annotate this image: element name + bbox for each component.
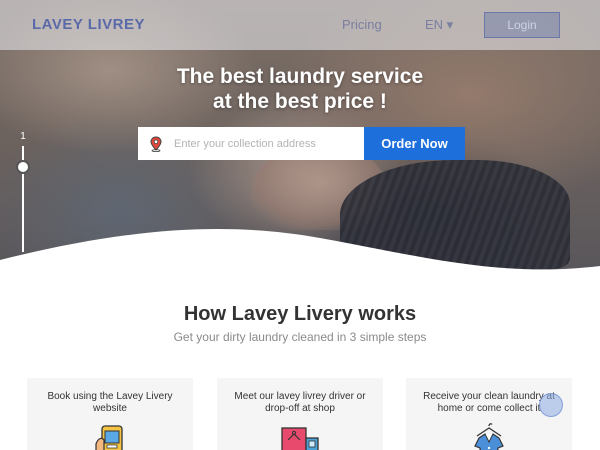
step-card-text: Meet our lavey livrey driver or drop-off… <box>234 391 366 414</box>
language-selector[interactable]: EN ▾ <box>425 17 453 33</box>
section-title: How Lavey Livery works <box>183 303 417 325</box>
hero-headline-line2: at the best price ! <box>213 90 387 113</box>
hero-headline: The best laundry service at the best pri… <box>100 64 500 114</box>
address-search-box <box>138 127 364 160</box>
phone-booking-icon <box>88 422 132 450</box>
login-button[interactable]: Login <box>484 12 560 38</box>
slider-label-top: 1 <box>20 131 26 142</box>
brand-logo[interactable]: LAVEY LIVREY <box>32 16 145 33</box>
order-now-button[interactable]: Order Now <box>364 127 465 160</box>
top-navbar: LAVEY LIVREY Pricing EN ▾ Login <box>0 0 600 50</box>
address-input[interactable] <box>174 137 359 150</box>
step-card-meet-driver: Meet our lavey livrey driver or drop-off… <box>217 378 383 450</box>
section-subtitle: Get your dirty laundry cleaned in 3 simp… <box>173 330 427 344</box>
hero-headline-line1: The best laundry service <box>176 65 424 88</box>
shirt-hanger-icon <box>467 422 511 450</box>
nav-link-pricing[interactable]: Pricing <box>342 17 382 32</box>
step-card-book: Book using the Lavey Livery website <box>27 378 193 450</box>
slider-handle[interactable] <box>16 160 30 174</box>
slider-label-bottom: 6 <box>20 256 26 267</box>
step-card-text: Book using the Lavey Livery website <box>47 391 173 414</box>
pointer-cursor-highlight <box>539 393 563 417</box>
location-pin-icon <box>138 127 174 160</box>
landing-page: LAVEY LIVREY Pricing EN ▾ Login The best… <box>0 0 600 450</box>
delivery-truck-icon <box>278 422 322 450</box>
hero-wave-divider <box>0 229 600 282</box>
